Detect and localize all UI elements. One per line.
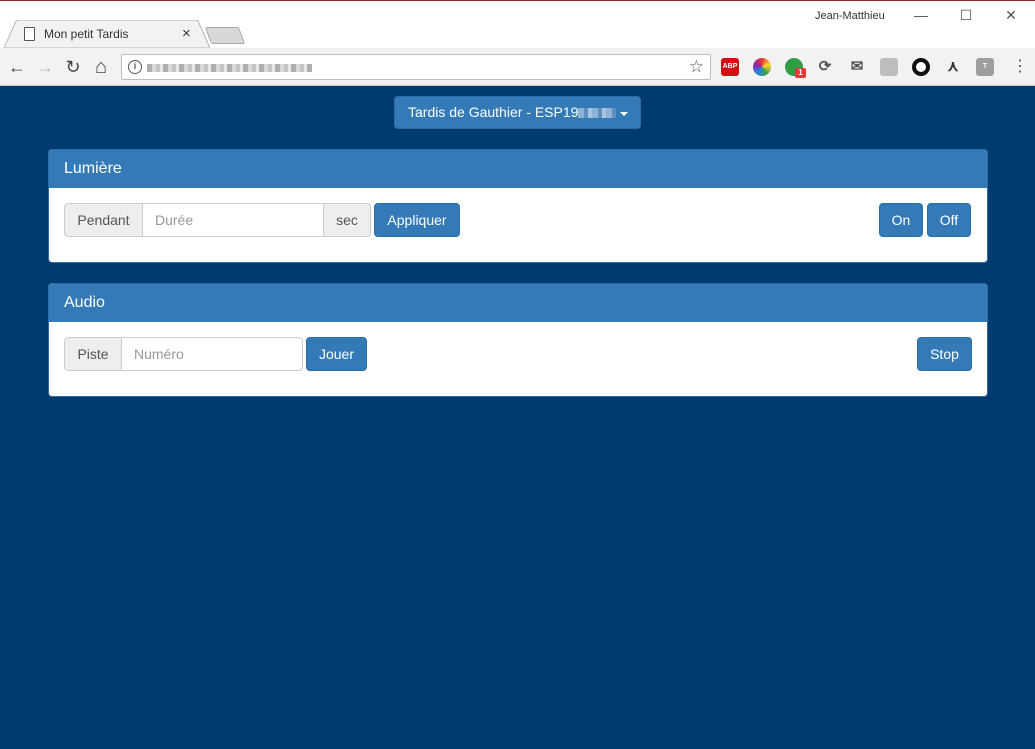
light-on-button[interactable]: On [879,203,923,237]
audio-panel-title: Audio [49,284,987,322]
lumiere-panel: Lumière Pendant Durée sec Appliquer On O… [48,149,988,263]
address-bar[interactable]: i ☆ [121,54,711,80]
tab-title: Mon petit Tardis [44,27,129,41]
green-ext-icon[interactable]: 1 [785,58,806,78]
close-window-icon[interactable]: ✕ [996,5,1026,25]
home-icon[interactable]: ⌂ [91,57,111,77]
track-prefix-addon: Piste [64,337,122,371]
browser-chrome: Mon petit Tardis × Jean-Matthieu — ☐ ✕ ←… [0,0,1035,86]
maximize-icon[interactable]: ☐ [951,5,981,25]
light-off-button[interactable]: Off [927,203,971,237]
bookmark-star-icon[interactable]: ☆ [689,57,704,77]
device-select-label: Tardis de Gauthier - ESP19 [408,104,579,120]
stop-button[interactable]: Stop [917,337,972,371]
device-select-dropdown[interactable]: Tardis de Gauthier - ESP19 [394,96,641,129]
back-icon[interactable]: ← [7,57,27,77]
graph-ext-icon[interactable]: ⋏ [944,58,962,76]
audio-panel: Audio Piste Numéro Jouer Stop [48,283,988,397]
mail-icon[interactable]: ✉ [848,58,866,76]
forward-icon[interactable]: → [35,57,55,77]
duration-suffix-addon: sec [323,203,371,237]
reload-icon[interactable]: ↻ [63,57,83,77]
lumiere-panel-title: Lumière [49,150,987,188]
notification-badge: 1 [795,68,806,78]
new-tab-button[interactable] [204,27,246,44]
browser-menu-icon[interactable]: ⋮ [1012,57,1028,77]
info-icon[interactable]: i [128,60,142,74]
colorwheel-icon[interactable] [753,58,771,76]
caret-down-icon [620,112,628,116]
page-icon [24,27,35,41]
tab-close-icon[interactable]: × [182,25,191,43]
duration-prefix-addon: Pendant [64,203,143,237]
adblock-icon[interactable]: ABP [721,58,739,76]
t-ext-icon[interactable]: T [976,58,994,76]
sync-icon[interactable]: ⟳ [816,58,834,76]
profile-name[interactable]: Jean-Matthieu [815,10,885,22]
play-button[interactable]: Jouer [306,337,367,371]
minimize-icon[interactable]: — [906,5,936,25]
doc-ext-icon[interactable] [880,58,898,76]
device-id-redacted [578,108,617,118]
track-number-input[interactable]: Numéro [121,337,303,371]
apply-button[interactable]: Appliquer [374,203,460,237]
duration-input[interactable]: Durée [142,203,324,237]
circle-ext-icon[interactable] [912,58,930,76]
url-text-redacted [147,64,312,72]
